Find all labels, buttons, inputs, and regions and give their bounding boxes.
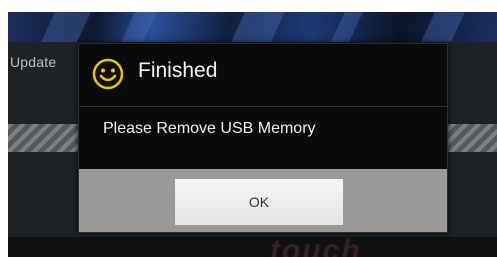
dialog-header: Finished	[79, 44, 447, 94]
dialog-button-bar: OK	[79, 169, 447, 232]
bottom-strip	[8, 237, 497, 257]
top-banner	[8, 12, 497, 42]
brand-logo-text: touch	[270, 234, 362, 257]
finished-dialog: Finished Please Remove USB Memory OK	[78, 43, 448, 233]
device-screen: Update touch Finished Please Remove USB …	[8, 12, 497, 257]
dialog-divider	[79, 106, 447, 107]
dialog-title: Finished	[138, 59, 218, 82]
background-progress-bar-left	[8, 124, 80, 152]
ok-button[interactable]: OK	[175, 179, 343, 225]
smiley-face-icon	[92, 58, 124, 90]
dialog-message: Please Remove USB Memory	[103, 120, 316, 137]
background-screen-title: Update	[10, 54, 57, 70]
